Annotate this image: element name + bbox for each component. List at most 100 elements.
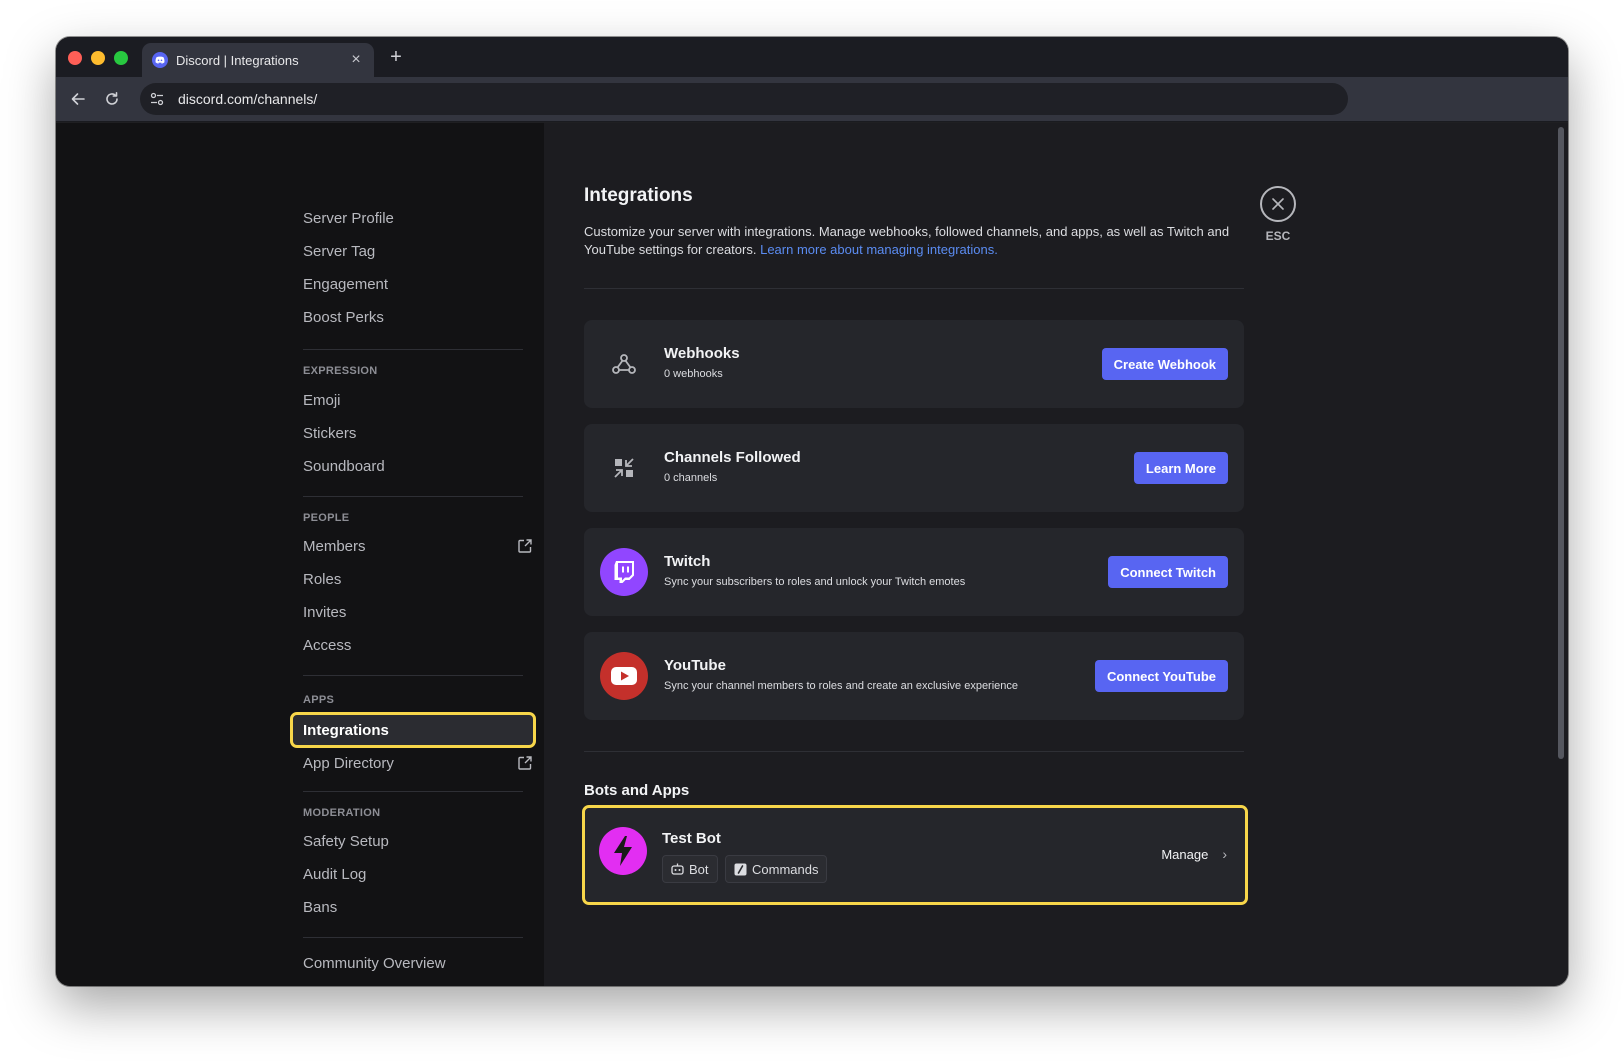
sidebar-item-label: Integrations — [303, 721, 389, 739]
sidebar-item-roles[interactable]: Roles — [293, 564, 533, 594]
site-settings-icon[interactable] — [150, 91, 166, 107]
sidebar-item-invites[interactable]: Invites — [293, 597, 533, 627]
channels-followed-card: Channels Followed 0 channels Learn More — [584, 424, 1244, 512]
browser-toolbar: discord.com/channels/ — [56, 77, 1568, 122]
bot-tag-label: Bot — [689, 861, 709, 877]
sidebar-item-label: Emoji — [303, 391, 341, 409]
sidebar-item-label: Boost Perks — [303, 308, 384, 326]
sidebar-item-label: Audit Log — [303, 865, 367, 883]
connect-twitch-button[interactable]: Connect Twitch — [1108, 556, 1228, 588]
sidebar-divider — [303, 937, 523, 938]
page-description: Customize your server with integrations.… — [584, 223, 1244, 259]
minimize-window-button[interactable] — [91, 51, 105, 65]
sidebar-item-label: Safety Setup — [303, 832, 389, 850]
sidebar-item-engagement[interactable]: Engagement — [293, 269, 533, 299]
reload-icon[interactable] — [102, 89, 122, 109]
commands-tag: Commands — [725, 855, 828, 883]
create-webhook-button[interactable]: Create Webhook — [1101, 348, 1228, 380]
sidebar-item-label: Roles — [303, 570, 342, 588]
sidebar-divider — [303, 675, 523, 676]
sidebar-item-safety-setup[interactable]: Safety Setup — [293, 826, 533, 856]
external-link-icon — [517, 755, 533, 771]
bot-tag: Bot — [662, 855, 718, 883]
sidebar-item-label: Members — [303, 537, 366, 555]
twitch-icon — [600, 548, 648, 596]
sidebar-header-moderation: MODERATION — [303, 807, 381, 819]
manage-label: Manage — [1161, 846, 1209, 862]
sidebar-header-apps: APPS — [303, 694, 335, 706]
settings-sidebar: Server Profile Server Tag Engagement Boo… — [56, 123, 544, 986]
sidebar-item-server-tag[interactable]: Server Tag — [293, 236, 533, 266]
card-title: Webhooks — [664, 345, 740, 362]
card-title: Twitch — [664, 553, 711, 570]
back-arrow-icon[interactable] — [68, 89, 88, 109]
connect-youtube-button[interactable]: Connect YouTube — [1094, 660, 1228, 692]
external-link-icon — [517, 538, 533, 554]
close-window-button[interactable] — [68, 51, 82, 65]
card-title: YouTube — [664, 657, 726, 674]
youtube-card: YouTube Sync your channel members to rol… — [584, 632, 1244, 720]
discord-favicon-icon — [152, 52, 168, 68]
learn-more-link[interactable]: Learn more about managing integrations. — [760, 242, 998, 257]
sidebar-item-emoji[interactable]: Emoji — [293, 385, 533, 415]
card-subtitle: Sync your channel members to roles and c… — [664, 680, 1019, 692]
sidebar-item-label: Bans — [303, 898, 338, 916]
bots-and-apps-heading: Bots and Apps — [584, 782, 690, 799]
sidebar-item-bans[interactable]: Bans — [293, 892, 533, 922]
card-subtitle: 0 webhooks — [664, 368, 723, 380]
new-tab-button[interactable]: + — [386, 47, 406, 67]
sidebar-item-audit-log[interactable]: Audit Log — [293, 859, 533, 889]
slash-command-icon — [734, 863, 747, 876]
esc-label: ESC — [1265, 229, 1291, 243]
manage-bot-button[interactable]: Manage › — [1161, 846, 1227, 862]
scrollbar-thumb[interactable] — [1558, 127, 1564, 759]
sidebar-item-community-overview[interactable]: Community Overview — [293, 948, 533, 978]
sidebar-item-label: App Directory — [303, 754, 394, 772]
youtube-icon — [600, 652, 648, 700]
card-title: Channels Followed — [664, 449, 801, 466]
section-divider — [584, 751, 1244, 752]
tab-close-icon[interactable]: × — [348, 52, 364, 68]
close-icon — [1272, 198, 1284, 210]
page-scrollbar[interactable] — [1558, 127, 1564, 982]
address-bar[interactable]: discord.com/channels/ — [140, 83, 1348, 115]
maximize-window-button[interactable] — [114, 51, 128, 65]
chevron-right-icon: › — [1222, 846, 1227, 862]
card-subtitle: Sync your subscribers to roles and unloc… — [664, 576, 966, 588]
integrations-panel: Integrations Customize your server with … — [544, 123, 1568, 986]
sidebar-item-label: Access — [303, 636, 352, 654]
sidebar-item-stickers[interactable]: Stickers — [293, 418, 533, 448]
bot-avatar — [599, 827, 647, 875]
channels-followed-icon — [600, 444, 648, 492]
lightning-icon — [614, 836, 632, 866]
robot-icon — [671, 863, 684, 876]
webhook-icon — [600, 340, 648, 388]
sidebar-item-label: Engagement — [303, 275, 389, 293]
sidebar-item-label: Community Overview — [303, 954, 446, 972]
sidebar-item-app-directory[interactable]: App Directory — [293, 748, 533, 778]
browser-window: Discord | Integrations × + discord.com/c… — [56, 37, 1568, 986]
sidebar-divider — [303, 349, 523, 350]
browser-tab[interactable]: Discord | Integrations × — [142, 43, 374, 77]
sidebar-item-soundboard[interactable]: Soundboard — [293, 451, 533, 481]
sidebar-item-access[interactable]: Access — [293, 630, 533, 660]
learn-more-button[interactable]: Learn More — [1133, 452, 1228, 484]
test-bot-card[interactable]: Test Bot Bot Commands Manage › — [582, 805, 1248, 905]
sidebar-item-boost-perks[interactable]: Boost Perks — [293, 302, 533, 332]
page-title: Integrations — [584, 185, 693, 206]
sidebar-divider — [303, 496, 523, 497]
close-settings-button[interactable] — [1260, 186, 1296, 222]
bot-name: Test Bot — [662, 830, 721, 847]
url-text: discord.com/channels/ — [178, 91, 318, 107]
commands-tag-label: Commands — [752, 861, 819, 877]
section-divider — [584, 288, 1244, 289]
twitch-card: Twitch Sync your subscribers to roles an… — [584, 528, 1244, 616]
sidebar-header-people: PEOPLE — [303, 512, 350, 524]
sidebar-item-label: Server Tag — [303, 242, 376, 260]
sidebar-item-integrations[interactable]: Integrations — [290, 712, 536, 748]
sidebar-item-members[interactable]: Members — [293, 531, 533, 561]
card-subtitle: 0 channels — [664, 472, 718, 484]
webhooks-card: Webhooks 0 webhooks Create Webhook — [584, 320, 1244, 408]
sidebar-header-expression: EXPRESSION — [303, 365, 378, 377]
sidebar-item-server-profile[interactable]: Server Profile — [293, 203, 533, 233]
